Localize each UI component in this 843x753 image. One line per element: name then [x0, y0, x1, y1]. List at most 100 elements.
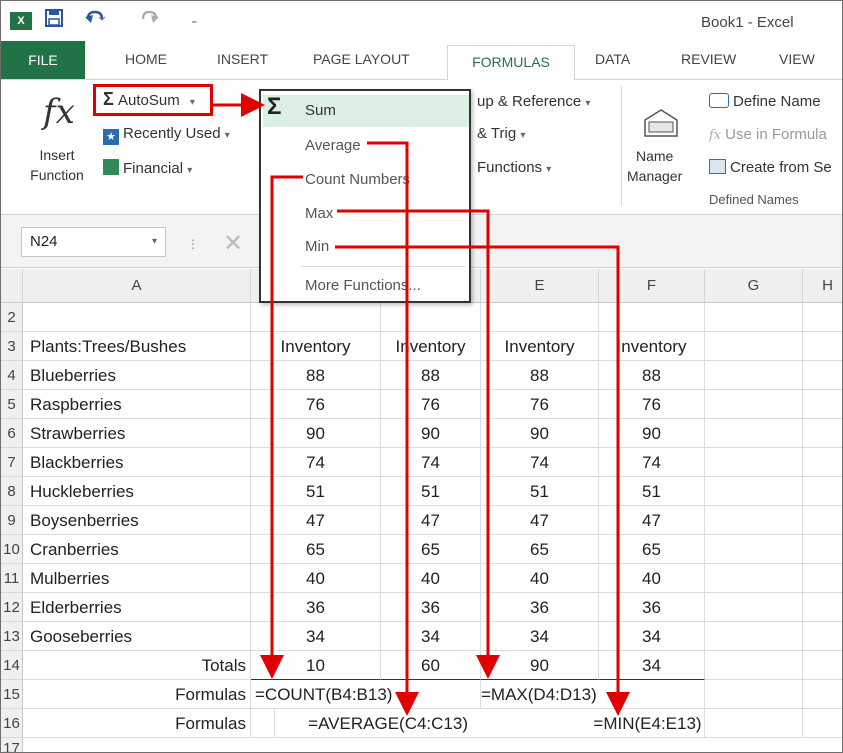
- tab-review[interactable]: REVIEW: [681, 51, 736, 67]
- value-cell[interactable]: [599, 303, 705, 332]
- empty-cell[interactable]: [705, 709, 803, 738]
- value-cell[interactable]: 76: [251, 390, 381, 419]
- value-cell[interactable]: 60: [381, 651, 481, 680]
- empty-cell[interactable]: [803, 564, 842, 593]
- empty-cell[interactable]: [381, 680, 481, 709]
- value-cell[interactable]: 65: [599, 535, 705, 564]
- tab-home[interactable]: HOME: [125, 51, 167, 67]
- customize-qat-icon[interactable]: ₌: [191, 13, 197, 27]
- create-from-selection-button[interactable]: Create from Se: [709, 159, 832, 176]
- value-cell[interactable]: 40: [481, 564, 599, 593]
- row-header[interactable]: 13: [1, 622, 23, 651]
- label-cell[interactable]: Cranberries: [23, 535, 251, 564]
- value-cell[interactable]: 40: [381, 564, 481, 593]
- value-cell[interactable]: Inventory: [381, 332, 481, 361]
- empty-cell[interactable]: [599, 680, 705, 709]
- redo-icon[interactable]: [141, 9, 163, 32]
- value-cell[interactable]: 74: [251, 448, 381, 477]
- empty-cell[interactable]: [705, 303, 803, 332]
- label-cell[interactable]: Totals: [23, 651, 251, 680]
- value-cell[interactable]: 34: [251, 622, 381, 651]
- column-header-g[interactable]: G: [705, 269, 803, 303]
- value-cell[interactable]: 36: [481, 593, 599, 622]
- value-cell[interactable]: 65: [251, 535, 381, 564]
- value-cell[interactable]: 34: [381, 622, 481, 651]
- menu-item-average[interactable]: Average: [305, 137, 361, 154]
- tab-file[interactable]: FILE: [1, 41, 85, 79]
- empty-cell[interactable]: [803, 477, 842, 506]
- value-cell[interactable]: 90: [599, 419, 705, 448]
- empty-cell[interactable]: [705, 651, 803, 680]
- value-cell[interactable]: 47: [599, 506, 705, 535]
- formula-label-cell[interactable]: Formulas: [23, 709, 251, 738]
- empty-cell[interactable]: [803, 303, 842, 332]
- insert-function-button[interactable]: Insert Function: [25, 145, 89, 185]
- empty-cell[interactable]: [705, 593, 803, 622]
- empty-cell[interactable]: [803, 419, 842, 448]
- row-header[interactable]: 7: [1, 448, 23, 477]
- empty-cell[interactable]: [803, 622, 842, 651]
- empty-cell[interactable]: [705, 477, 803, 506]
- empty-cell[interactable]: [705, 564, 803, 593]
- value-cell[interactable]: 51: [251, 477, 381, 506]
- empty-cell[interactable]: [705, 332, 803, 361]
- value-cell[interactable]: [251, 303, 381, 332]
- label-cell[interactable]: Boysenberries: [23, 506, 251, 535]
- menu-item-more-functions[interactable]: More Functions...: [305, 277, 421, 294]
- empty-cell[interactable]: [705, 535, 803, 564]
- value-cell[interactable]: 51: [481, 477, 599, 506]
- value-cell[interactable]: 90: [251, 419, 381, 448]
- financial-button[interactable]: Financial ▾: [103, 159, 192, 177]
- row-header[interactable]: 6: [1, 419, 23, 448]
- row-header[interactable]: 12: [1, 593, 23, 622]
- empty-cell[interactable]: [803, 680, 842, 709]
- label-cell[interactable]: Blueberries: [23, 361, 251, 390]
- value-cell[interactable]: [481, 303, 599, 332]
- value-cell[interactable]: Inventory: [251, 332, 381, 361]
- column-header-a[interactable]: A: [23, 269, 251, 303]
- row-header[interactable]: 17: [1, 738, 23, 752]
- row-header[interactable]: 14: [1, 651, 23, 680]
- label-cell[interactable]: Elderberries: [23, 593, 251, 622]
- more-functions-button[interactable]: Functions ▾: [477, 159, 551, 176]
- name-box[interactable]: N24 ▾: [21, 227, 166, 257]
- value-cell[interactable]: 88: [599, 361, 705, 390]
- row-header[interactable]: 2: [1, 303, 23, 332]
- tab-data[interactable]: DATA: [595, 51, 630, 67]
- empty-cell[interactable]: [803, 506, 842, 535]
- value-cell[interactable]: 65: [481, 535, 599, 564]
- row-header[interactable]: 3: [1, 332, 23, 361]
- column-header-f[interactable]: F: [599, 269, 705, 303]
- min-formula-cell[interactable]: =MIN(E4:E13): [591, 709, 705, 738]
- value-cell[interactable]: 74: [381, 448, 481, 477]
- autosum-button[interactable]: Σ AutoSum ▾: [103, 89, 195, 110]
- empty-cell[interactable]: [803, 593, 842, 622]
- value-cell[interactable]: 88: [481, 361, 599, 390]
- menu-item-max[interactable]: Max: [305, 205, 333, 222]
- label-cell[interactable]: Mulberries: [23, 564, 251, 593]
- empty-cell[interactable]: [803, 448, 842, 477]
- count-formula-cell[interactable]: =COUNT(B4:B13): [251, 680, 392, 709]
- value-cell[interactable]: 47: [381, 506, 481, 535]
- value-cell[interactable]: 47: [481, 506, 599, 535]
- empty-cell[interactable]: [803, 390, 842, 419]
- tab-view[interactable]: VIEW: [779, 51, 815, 67]
- value-cell[interactable]: 76: [381, 390, 481, 419]
- value-cell[interactable]: 65: [381, 535, 481, 564]
- insert-function-icon[interactable]: fx: [43, 92, 75, 132]
- menu-item-min[interactable]: Min: [305, 238, 329, 255]
- average-formula-cell[interactable]: =AVERAGE(C4:C13): [275, 709, 481, 738]
- value-cell[interactable]: 90: [381, 419, 481, 448]
- value-cell[interactable]: Inventory: [481, 332, 599, 361]
- recently-used-button[interactable]: ★ Recently Used ▾: [103, 125, 230, 145]
- empty-cell[interactable]: [705, 419, 803, 448]
- value-cell[interactable]: 47: [251, 506, 381, 535]
- value-cell[interactable]: 51: [599, 477, 705, 506]
- row-header[interactable]: 8: [1, 477, 23, 506]
- value-cell[interactable]: 74: [599, 448, 705, 477]
- label-cell[interactable]: Blackberries: [23, 448, 251, 477]
- row-header[interactable]: 9: [1, 506, 23, 535]
- empty-cell[interactable]: [705, 680, 803, 709]
- menu-item-count-numbers[interactable]: Count Numbers: [305, 171, 410, 188]
- value-cell[interactable]: 36: [251, 593, 381, 622]
